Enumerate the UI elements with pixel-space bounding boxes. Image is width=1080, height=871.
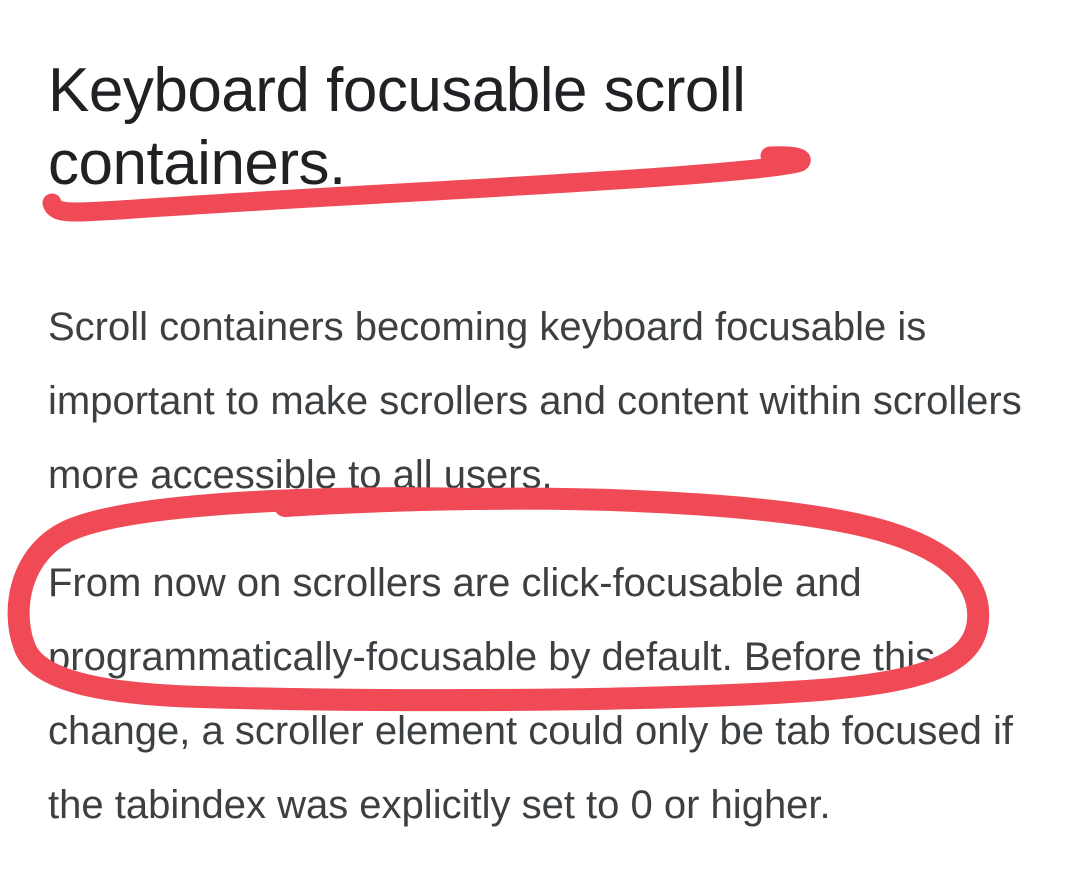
page-heading: Keyboard focusable scroll containers. [48, 54, 1032, 200]
document-page: Keyboard focusable scroll containers. Sc… [0, 0, 1080, 871]
intro-paragraph: Scroll containers becoming keyboard focu… [48, 290, 1032, 512]
change-description-paragraph: From now on scrollers are click-focusabl… [48, 546, 1032, 842]
